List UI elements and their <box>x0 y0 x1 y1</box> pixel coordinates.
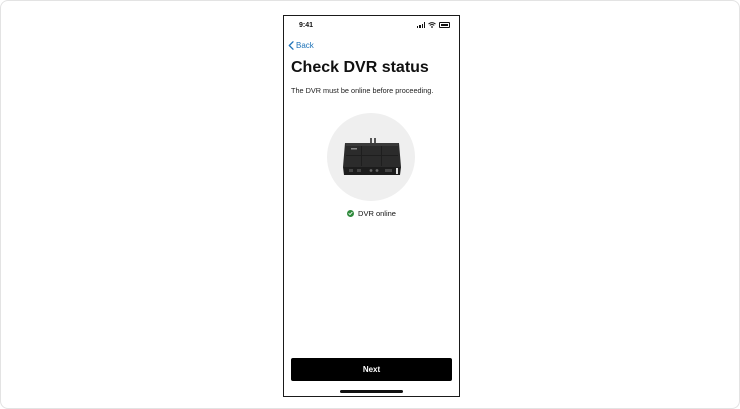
back-label: Back <box>296 41 314 50</box>
status-time: 9:41 <box>299 22 314 29</box>
next-button[interactable]: Next <box>291 358 452 381</box>
check-circle-icon <box>347 210 355 217</box>
battery-icon <box>439 22 450 28</box>
dvr-status: DVR online <box>284 209 459 218</box>
page-subtitle: The DVR must be online before proceeding… <box>291 86 434 95</box>
dvr-status-label: DVR online <box>358 209 396 218</box>
dvr-device-image <box>343 138 401 175</box>
status-bar: 9:41 <box>284 16 459 36</box>
home-indicator <box>340 390 403 393</box>
device-image-container <box>327 113 415 201</box>
chevron-left-icon <box>288 41 294 50</box>
back-button[interactable]: Back <box>288 41 314 50</box>
wifi-icon <box>428 22 436 28</box>
page-title: Check DVR status <box>291 59 429 76</box>
status-icons <box>417 22 450 28</box>
canvas-frame: 9:41 Back Check DVR status The DVR must … <box>0 0 740 409</box>
phone-screen: 9:41 Back Check DVR status The DVR must … <box>283 15 460 397</box>
cellular-signal-icon <box>417 22 425 28</box>
